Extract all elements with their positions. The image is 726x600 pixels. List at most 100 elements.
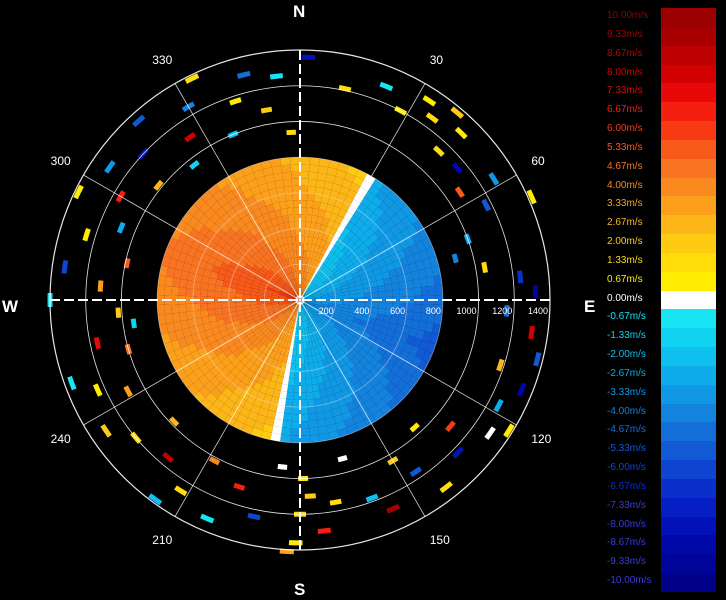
colorbar-entry: -8.67m/s <box>603 535 718 555</box>
disc-cell <box>200 309 209 318</box>
colorbar-label: 0.67m/s <box>607 273 643 285</box>
colorbar-entry: -0.67m/s <box>603 309 718 329</box>
range-label: 1400 <box>528 306 548 316</box>
colorbar-entry: 2.00m/s <box>603 234 718 253</box>
disc-cell <box>300 157 310 165</box>
colorbar-entry: 9.33m/s <box>603 26 718 46</box>
colorbar-entry: -3.33m/s <box>603 384 718 404</box>
disc-cell <box>307 178 317 187</box>
disc-cell <box>356 293 365 299</box>
colorbar-entry: 1.33m/s <box>603 252 718 272</box>
gate-cell <box>286 129 296 136</box>
polar-radar-plot: 200 400 600 800 1000 1200 1400 <box>47 49 551 555</box>
bearing-label: 150 <box>429 533 450 548</box>
disc-cell <box>419 277 428 288</box>
range-label: 1000 <box>457 306 477 316</box>
colorbar-entry: -4.67m/s <box>603 422 718 442</box>
disc-cell <box>288 214 295 223</box>
disc-cell <box>300 164 310 172</box>
disc-cell <box>304 370 311 379</box>
disc-cell <box>178 303 187 313</box>
gate-cell <box>200 513 215 524</box>
colorbar-entry: 4.00m/s <box>603 177 718 197</box>
colorbar-swatch <box>661 573 716 592</box>
disc-cell <box>164 285 173 296</box>
disc-cell <box>378 302 386 309</box>
range-label: 800 <box>426 306 441 316</box>
colorbar-swatch <box>661 516 716 536</box>
colorbar-label: 1.33m/s <box>607 254 643 266</box>
disc-cell <box>281 164 292 173</box>
north-label: N <box>293 2 306 21</box>
colorbar-swatch <box>661 271 716 291</box>
disc-cell <box>306 399 315 407</box>
disc-cell <box>200 282 209 291</box>
gate-cell <box>528 325 535 340</box>
gate-cell <box>233 482 246 491</box>
colorbar-swatch <box>661 328 716 348</box>
disc-cell <box>281 427 292 436</box>
colorbar-swatch <box>661 8 716 27</box>
south-label: S <box>294 580 306 599</box>
disc-cell <box>391 282 400 291</box>
colorbar-swatch <box>661 102 716 122</box>
disc-cell <box>300 171 309 179</box>
colorbar-label: 7.33m/s <box>607 85 643 97</box>
colorbar-swatch <box>661 497 716 517</box>
colorbar-label: 2.67m/s <box>607 217 643 229</box>
colorbar-entry: 0.67m/s <box>603 271 718 291</box>
colorbar-entry: 8.00m/s <box>603 64 718 84</box>
disc-cell <box>235 293 244 299</box>
disc-cell <box>300 200 307 208</box>
gate-cell <box>329 498 342 506</box>
colorbar-swatch <box>661 26 716 46</box>
gate-cell <box>67 375 77 391</box>
disc-cell <box>316 172 327 182</box>
disc-cell <box>242 301 251 306</box>
colorbar-label: -8.67m/s <box>607 537 646 549</box>
colorbar-label: -1.33m/s <box>607 330 646 342</box>
gate-cell <box>184 132 197 143</box>
disc-cell <box>306 193 315 201</box>
disc-cell <box>287 384 295 393</box>
disc-cell <box>315 411 326 421</box>
colorbar-label: 5.33m/s <box>607 141 643 153</box>
gate-cell <box>454 186 465 199</box>
colorbar-entry: 2.67m/s <box>603 215 718 235</box>
disc-cell <box>288 377 295 386</box>
colorbar-entry: 6.67m/s <box>603 102 718 122</box>
disc-cell <box>412 311 421 322</box>
disc-cell <box>273 418 284 428</box>
colorbar-entry: 3.33m/s <box>603 196 718 216</box>
colorbar-swatch <box>661 441 716 461</box>
gate-cell <box>92 383 103 397</box>
gate-cell <box>304 493 316 499</box>
disc-cell <box>392 289 400 297</box>
disc-cell <box>200 303 208 311</box>
disc-cell <box>307 413 317 422</box>
colorbar-swatch <box>661 234 716 253</box>
disc-cell <box>420 286 429 296</box>
gate-cell <box>116 221 126 234</box>
colorbar-entry: -4.00m/s <box>603 403 718 423</box>
colorbar-label: 6.67m/s <box>607 104 643 116</box>
colorbar-entry: -6.67m/s <box>603 478 718 498</box>
gate-cell <box>82 228 91 242</box>
colorbar-label: 3.33m/s <box>607 198 643 210</box>
gate-cell <box>422 95 437 107</box>
disc-cell <box>307 185 316 194</box>
disc-cell <box>228 302 237 308</box>
gate-cell <box>516 382 527 397</box>
gate-cell <box>451 161 463 174</box>
colorbar-label: 2.00m/s <box>607 236 643 248</box>
colorbar-swatch <box>661 121 716 140</box>
disc-cell <box>179 278 188 289</box>
colorbar-label: 4.67m/s <box>607 160 643 172</box>
colorbar-label: -9.33m/s <box>607 556 646 568</box>
gate-cell <box>168 416 180 427</box>
disc-cell <box>290 428 300 436</box>
disc-cell <box>305 384 313 393</box>
disc-cell <box>363 292 372 298</box>
disc-cell <box>289 370 296 379</box>
disc-cell <box>172 277 181 288</box>
